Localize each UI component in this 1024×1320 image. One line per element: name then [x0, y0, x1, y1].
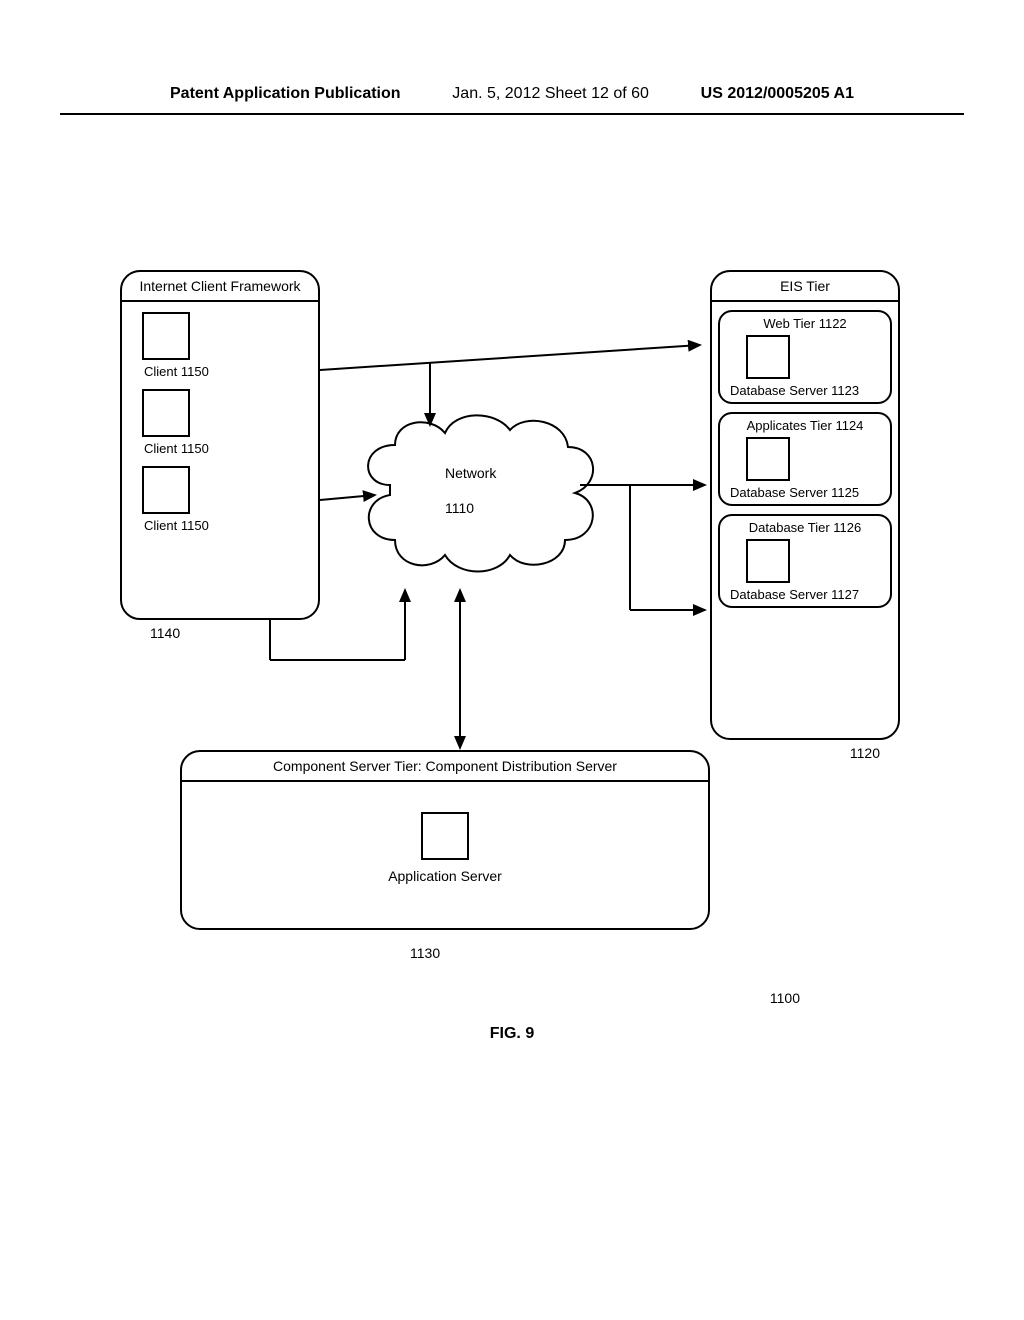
page-header: Patent Application Publication Jan. 5, 2…: [60, 0, 964, 115]
header-publication: Patent Application Publication: [170, 85, 401, 103]
header-date-sheet: Jan. 5, 2012 Sheet 12 of 60: [452, 85, 649, 103]
architecture-diagram: Internet Client Framework Client 1150 Cl…: [120, 270, 900, 1000]
header-patent-number: US 2012/0005205 A1: [701, 85, 854, 103]
ref-label-overall: 1100: [770, 990, 800, 1006]
connector-arrows: [120, 270, 900, 970]
figure-label: FIG. 9: [0, 1025, 1024, 1043]
